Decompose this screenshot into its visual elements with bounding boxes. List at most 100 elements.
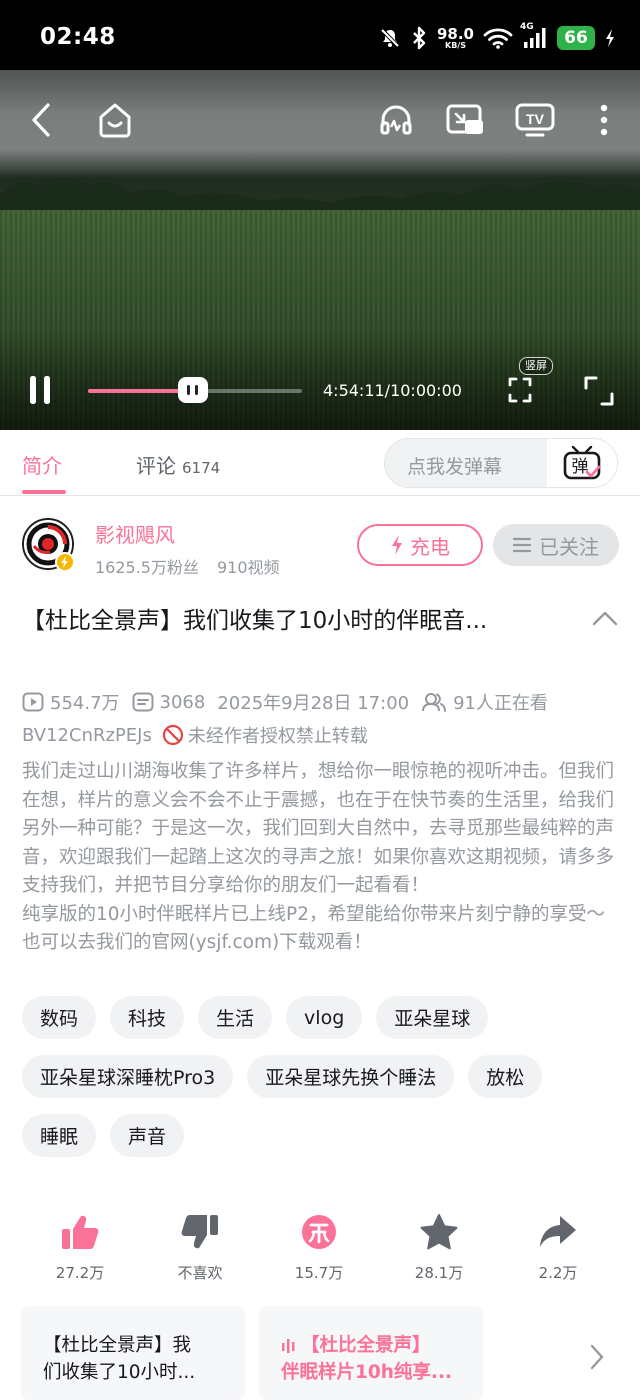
progress-thumb[interactable] <box>177 377 208 403</box>
playback-time: 4:54:11/10:00:00 <box>323 381 462 400</box>
more-button[interactable] <box>592 102 616 138</box>
charge-button[interactable]: 充电 <box>357 524 483 566</box>
part-title-line: 们收集了10小时... <box>43 1362 196 1383</box>
tab-comments-label: 评论 <box>136 454 176 478</box>
tab-comments[interactable]: 评论 6174 <box>136 450 220 479</box>
status-time: 02:48 <box>40 24 116 50</box>
back-icon <box>32 103 50 137</box>
part-card-2[interactable]: 【杜比全景声】 伴眠样片10h纯享... <box>259 1306 483 1400</box>
bluetooth-icon <box>410 26 428 50</box>
picture-in-picture-button[interactable] <box>444 100 486 140</box>
action-bar: 27.2万 不喜欢 15.7万 28.1万 2.2万 <box>0 1212 640 1292</box>
like-button[interactable]: 27.2万 <box>30 1212 130 1283</box>
share-button[interactable]: 2.2万 <box>508 1212 608 1283</box>
status-bar: 02:48 98.0 KB/S 4G 66 <box>0 0 640 70</box>
forbidden-icon <box>162 724 183 746</box>
danmaku-placeholder: 点我发弹幕 <box>407 456 503 478</box>
tag-chip[interactable]: 亚朵星球深睡枕Pro3 <box>22 1055 234 1098</box>
tag-chip[interactable]: 数码 <box>22 996 97 1039</box>
uploader-fans: 1625.5万粉丝 <box>95 558 199 577</box>
tag-chip[interactable]: 亚朵星球先换个睡法 <box>247 1055 455 1098</box>
audio-only-icon <box>380 105 412 135</box>
chevron-right-icon <box>590 1344 604 1370</box>
pause-icon <box>30 376 50 404</box>
tag-chip[interactable]: 放松 <box>468 1055 543 1098</box>
viewers-icon <box>422 693 447 712</box>
charging-icon <box>604 28 616 48</box>
video-player[interactable]: TV 4:54:11/10:00:00 竖屏 <box>0 70 640 430</box>
tag-chip[interactable]: 声音 <box>110 1114 185 1157</box>
dislike-button[interactable]: 不喜欢 <box>150 1212 250 1283</box>
svg-text:TV: TV <box>526 111 545 127</box>
watching-count: 91人正在看 <box>453 693 549 714</box>
share-count: 2.2万 <box>538 1264 578 1282</box>
view-count: 554.7万 <box>50 693 120 714</box>
mute-icon <box>379 27 401 49</box>
wifi-icon <box>483 27 513 49</box>
svg-text:弹: 弹 <box>572 457 589 477</box>
uploader-videos: 910视频 <box>217 558 280 577</box>
star-icon <box>420 1214 458 1250</box>
tag-chip[interactable]: vlog <box>286 996 363 1039</box>
part-title-line: 伴眠样片10h纯享... <box>281 1362 452 1383</box>
video-stats: 554.7万 3068 2025年9月28日 17:00 91人正在看 <box>22 689 548 715</box>
copyright-notice: 未经作者授权禁止转载 <box>187 726 368 747</box>
collapse-button[interactable] <box>592 610 618 630</box>
progress-bar[interactable] <box>88 377 302 403</box>
fullscreen-button[interactable] <box>582 374 616 408</box>
vertical-screen-label: 竖屏 <box>519 357 553 375</box>
vertical-screen-button[interactable] <box>505 374 535 406</box>
chevron-up-icon <box>592 611 618 626</box>
danmaku-count-icon <box>132 692 154 712</box>
menu-icon <box>513 537 531 553</box>
video-title: 【杜比全景声】我们收集了10小时的伴眠音... <box>22 608 488 634</box>
back-button[interactable] <box>26 102 56 138</box>
coin-button[interactable]: 15.7万 <box>269 1212 369 1283</box>
publish-time: 2025年9月28日 17:00 <box>217 693 410 714</box>
charge-label: 充电 <box>410 534 450 559</box>
battery-level: 66 <box>557 26 595 50</box>
tag-chip[interactable]: 科技 <box>110 996 185 1039</box>
favorite-button[interactable]: 28.1万 <box>389 1212 489 1283</box>
now-playing-icon <box>282 1339 295 1353</box>
video-description: 我们走过山川湖海收集了许多样片，想给你一眼惊艳的视听冲击。但我们在想，样片的意义… <box>22 758 622 958</box>
tag-chip[interactable]: 睡眠 <box>22 1114 97 1157</box>
picture-in-picture-icon <box>446 104 483 134</box>
vertical-screen-icon <box>508 377 532 403</box>
fullscreen-icon <box>584 376 614 406</box>
more-parts-button[interactable] <box>590 1344 604 1374</box>
pause-button[interactable] <box>24 372 56 408</box>
play-count-icon <box>22 692 44 712</box>
home-button[interactable] <box>95 100 135 140</box>
tag-list: 数码 科技 生活 vlog 亚朵星球 亚朵星球深睡枕Pro3 亚朵星球先换个睡法… <box>22 996 622 1157</box>
home-icon <box>99 103 131 138</box>
tag-chip[interactable]: 亚朵星球 <box>376 996 489 1039</box>
tv-cast-button[interactable]: TV <box>513 100 557 140</box>
thumbs-down-icon <box>181 1215 218 1249</box>
follow-label: 已关注 <box>539 534 599 559</box>
signal-icon: 4G <box>520 22 548 50</box>
part-card-1[interactable]: 【杜比全景声】我 们收集了10小时... <box>21 1306 245 1400</box>
audio-only-button[interactable] <box>376 100 416 140</box>
tv-cast-icon: TV <box>515 103 555 137</box>
description-paragraph: 纯享版的10小时伴眠样片已上线P2，希望能给你带来片刻宁静的享受～也可以去我们的… <box>22 903 605 954</box>
network-speed: 98.0 KB/S <box>436 24 474 50</box>
uploader-name[interactable]: 影视飓风 <box>95 519 175 548</box>
follow-button[interactable]: 已关注 <box>493 524 619 566</box>
danmaku-icon: 弹 <box>563 445 601 480</box>
coin-count: 15.7万 <box>294 1264 344 1282</box>
like-count: 27.2万 <box>55 1264 105 1282</box>
bvid: BV12CnRzPEJs <box>22 724 152 746</box>
tab-active-indicator <box>22 490 66 494</box>
tab-intro[interactable]: 简介 <box>22 450 62 479</box>
danmaku-toggle-button[interactable]: 弹 <box>547 439 617 487</box>
tag-chip[interactable]: 生活 <box>198 996 273 1039</box>
part-title-line: 【杜比全景声】 <box>301 1335 431 1356</box>
danmaku-count: 3068 <box>159 691 206 713</box>
video-ids: BV12CnRzPEJs 未经作者授权禁止转载 <box>22 722 368 748</box>
uploader-stats: 1625.5万粉丝 910视频 <box>95 554 280 578</box>
comments-count: 6174 <box>182 459 221 477</box>
coin-icon <box>302 1215 336 1249</box>
danmaku-input[interactable]: 点我发弹幕 弹 <box>384 438 618 488</box>
status-icons: 98.0 KB/S 4G 66 <box>379 22 616 52</box>
